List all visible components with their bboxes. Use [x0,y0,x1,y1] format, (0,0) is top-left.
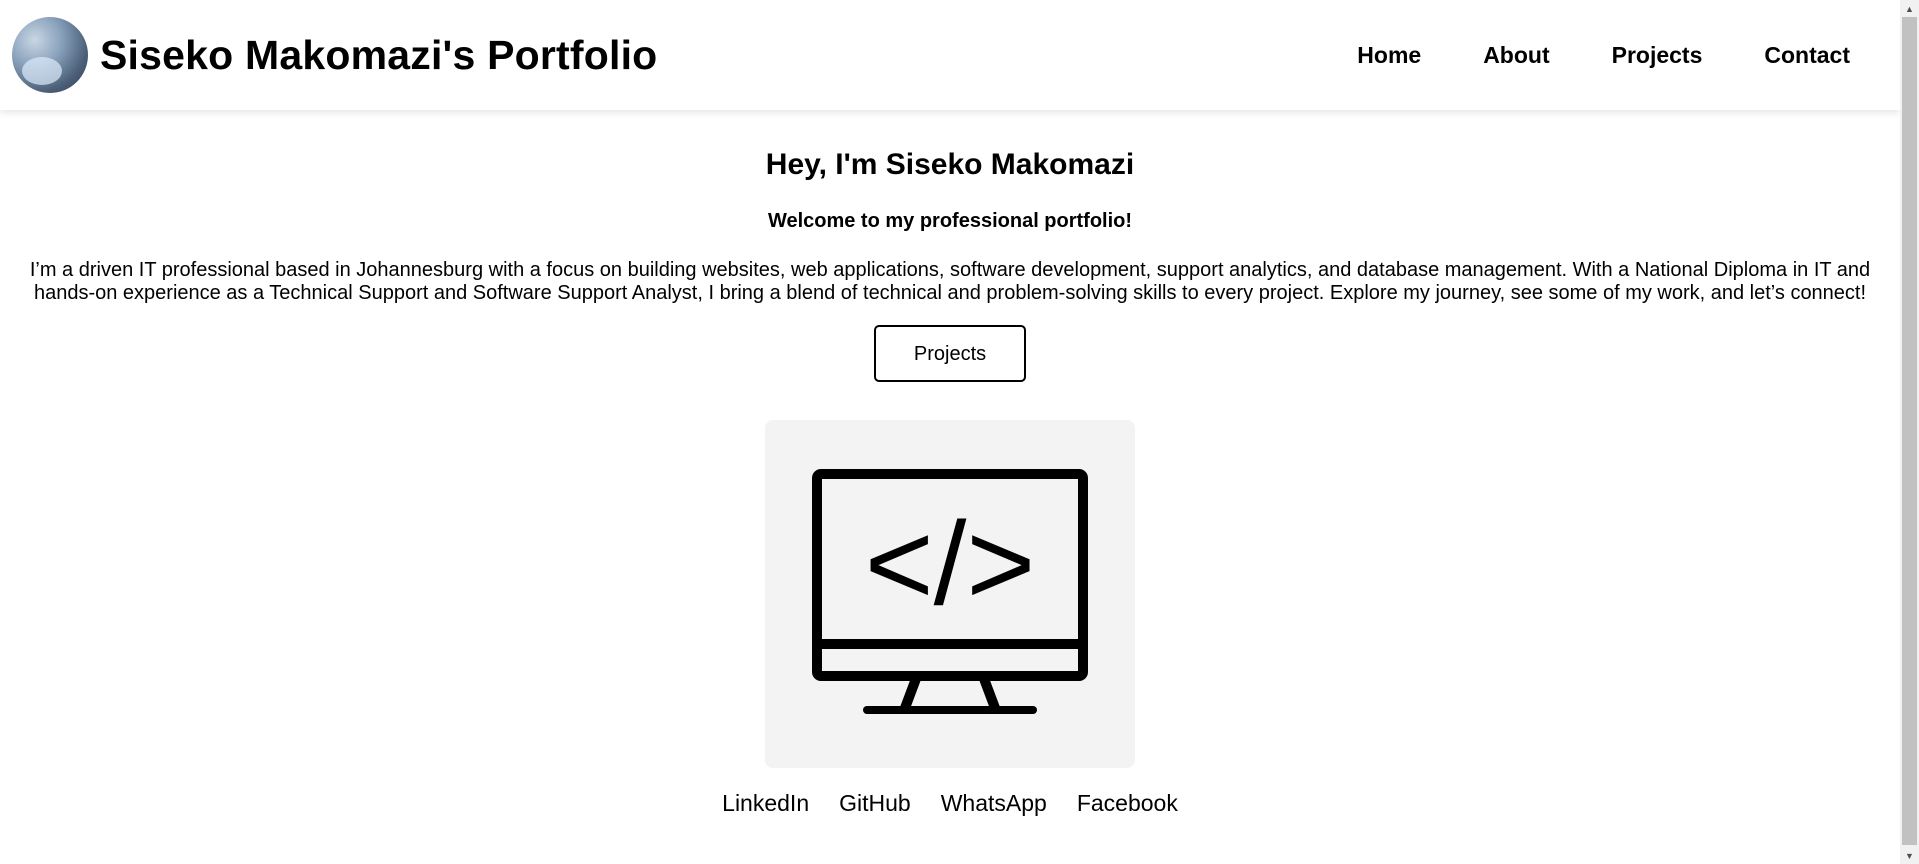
hero-section: Hey, I'm Siseko Makomazi Welcome to my p… [0,110,1900,817]
scroll-up-icon[interactable]: ▲ [1900,0,1919,17]
hero-subtitle: Welcome to my professional portfolio! [767,210,1133,232]
facebook-link[interactable]: Facebook [1077,790,1178,817]
code-monitor-icon: </> [812,469,1088,714]
profile-avatar [12,17,88,93]
brand: Siseko Makomazi's Portfolio [12,17,657,93]
nav-contact-link[interactable]: Contact [1764,42,1850,69]
site-header: Siseko Makomazi's Portfolio Home About P… [0,0,1900,110]
nav-projects-link[interactable]: Projects [1612,42,1703,69]
page: Siseko Makomazi's Portfolio Home About P… [0,0,1900,864]
social-links: LinkedIn GitHub WhatsApp Facebook [0,790,1900,817]
hero-title: Hey, I'm Siseko Makomazi [765,148,1135,181]
hero-description: I’m a driven IT professional based in Jo… [29,259,1871,304]
illustration-card: </> [765,420,1135,768]
nav-home-link[interactable]: Home [1357,42,1421,69]
nav-about-link[interactable]: About [1483,42,1549,69]
projects-button[interactable]: Projects [874,325,1026,382]
vertical-scrollbar[interactable]: ▲ ▼ [1900,0,1919,864]
whatsapp-link[interactable]: WhatsApp [941,790,1047,817]
scroll-down-icon[interactable]: ▼ [1900,847,1919,864]
main-nav: Home About Projects Contact [1357,42,1850,69]
linkedin-link[interactable]: LinkedIn [722,790,809,817]
scrollbar-thumb[interactable] [1902,17,1917,845]
site-title: Siseko Makomazi's Portfolio [100,31,658,78]
github-link[interactable]: GitHub [839,790,911,817]
code-symbol: </> [865,498,1036,630]
